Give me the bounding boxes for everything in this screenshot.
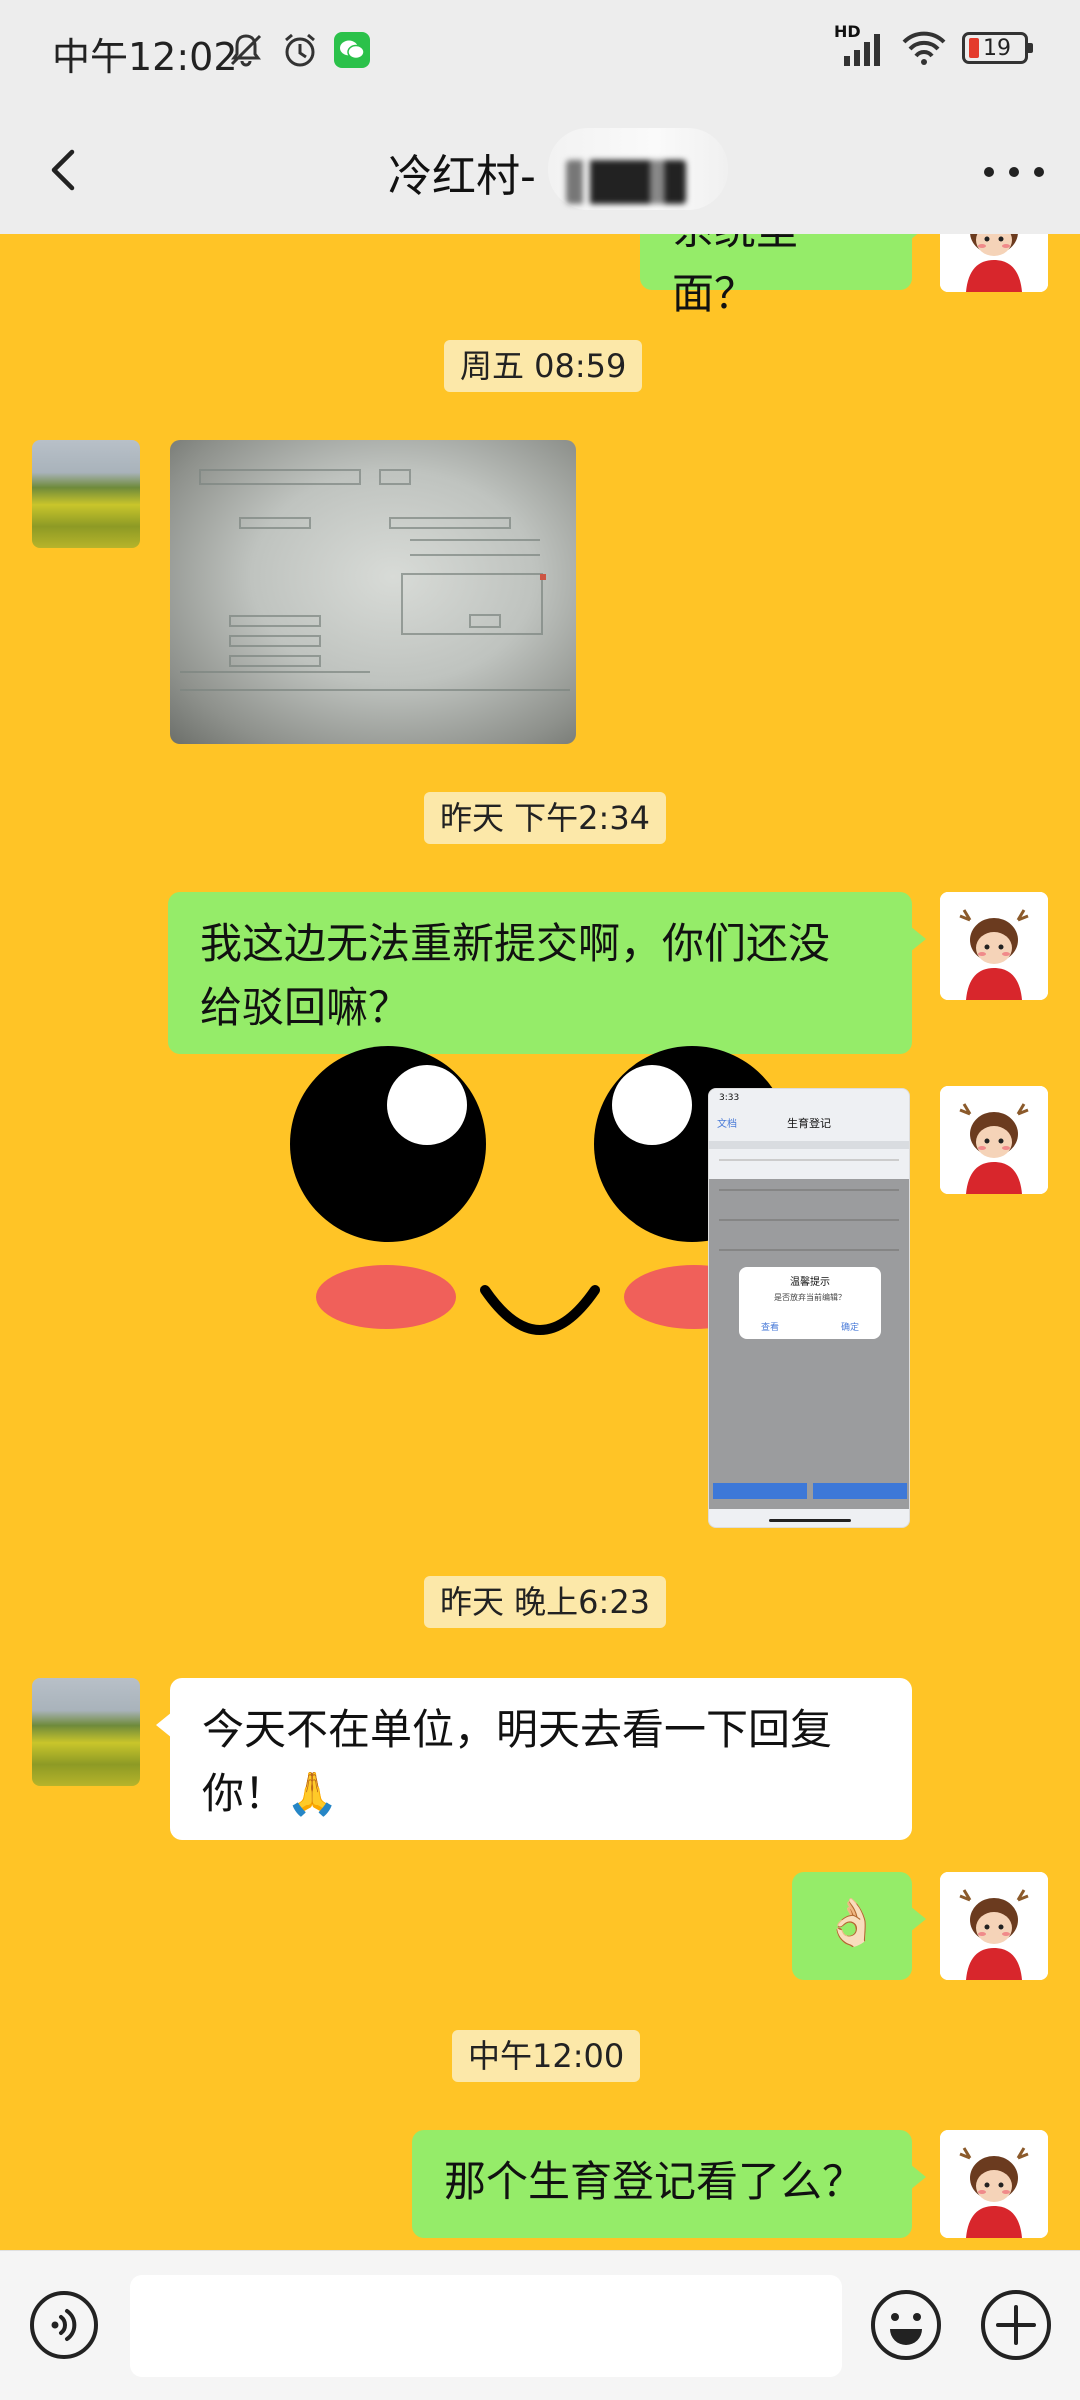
message-bubble-contact[interactable]: 今天不在单位，明天去看一下回复 你！🙏	[156, 1678, 912, 1840]
status-time: 中午12:02	[52, 35, 238, 79]
mute-bell-icon	[230, 34, 262, 67]
message-bubble-self[interactable]: 那个生育登记看了么？	[412, 2130, 926, 2238]
voice-icon[interactable]	[28, 2289, 100, 2361]
dialog-title: 温馨提示	[790, 1277, 830, 1288]
message-text-line: 我这边无法重新提交啊，你们还没	[200, 919, 831, 968]
status-icons-left	[226, 30, 370, 70]
message-text: 那个生育登记看了么？	[444, 2157, 865, 2206]
screenshot-time: 3:33	[719, 1093, 740, 1103]
screenshot-dialog: 温馨提示 是否放弃当前编辑？ 查看 确定	[739, 1267, 881, 1339]
chat-title[interactable]: 冷红村-	[388, 140, 536, 204]
wifi-icon	[902, 31, 946, 65]
plus-icon[interactable]	[978, 2287, 1054, 2363]
screenshot-back: 文档	[717, 1119, 737, 1130]
smiley-icon[interactable]	[868, 2287, 944, 2363]
status-right: HD 19	[834, 22, 1033, 68]
screenshot-message[interactable]: 3:33 文档 生育登记 温馨提示 是否放弃当前编辑？ 查看 确定	[708, 1088, 910, 1528]
chevron-left-icon[interactable]	[36, 140, 96, 200]
status-bar: 中午12:02 HD 19	[0, 0, 1080, 104]
timestamp: 中午12:00	[452, 2030, 641, 2082]
timestamp: 周五 08:59	[444, 340, 643, 392]
network-label: HD	[834, 22, 861, 41]
redacted-ink	[566, 160, 686, 204]
avatar-self[interactable]	[940, 1872, 1048, 1980]
dialog-text: 是否放弃当前编辑？	[774, 1293, 846, 1302]
message-text-line: 你！🙏	[202, 1769, 339, 1818]
input-bar	[0, 2250, 1080, 2400]
chat-header: 冷红村-	[0, 104, 1080, 234]
battery-level: 19	[983, 35, 1011, 61]
timestamp: 昨天 下午2:34	[424, 792, 667, 844]
photo-message[interactable]	[170, 440, 576, 744]
avatar-self[interactable]	[940, 892, 1048, 1000]
avatar-self[interactable]	[940, 1086, 1048, 1194]
message-emoji: 👌🏻	[823, 1895, 881, 1949]
avatar-contact[interactable]	[32, 1678, 140, 1786]
message-input[interactable]	[130, 2275, 842, 2377]
screenshot-title: 生育登记	[787, 1117, 831, 1130]
avatar-contact[interactable]	[32, 440, 140, 548]
battery-icon: 19	[962, 32, 1033, 64]
alarm-icon	[285, 33, 315, 67]
dialog-cancel: 查看	[761, 1323, 780, 1333]
message-bubble-self[interactable]: 👌🏻	[792, 1872, 926, 1980]
more-icon[interactable]	[984, 152, 1044, 192]
dialog-ok: 确定	[840, 1323, 859, 1333]
signal-icon: HD	[834, 22, 886, 68]
avatar-self[interactable]	[940, 2130, 1048, 2238]
message-text-line: 今天不在单位，明天去看一下回复	[202, 1705, 833, 1754]
wechat-icon	[334, 32, 370, 68]
message-text-line: 给驳回嘛？	[200, 983, 411, 1032]
timestamp: 昨天 晚上6:23	[424, 1576, 667, 1628]
message-bubble-self[interactable]: 我这边无法重新提交啊，你们还没 给驳回嘛？	[168, 892, 926, 1054]
